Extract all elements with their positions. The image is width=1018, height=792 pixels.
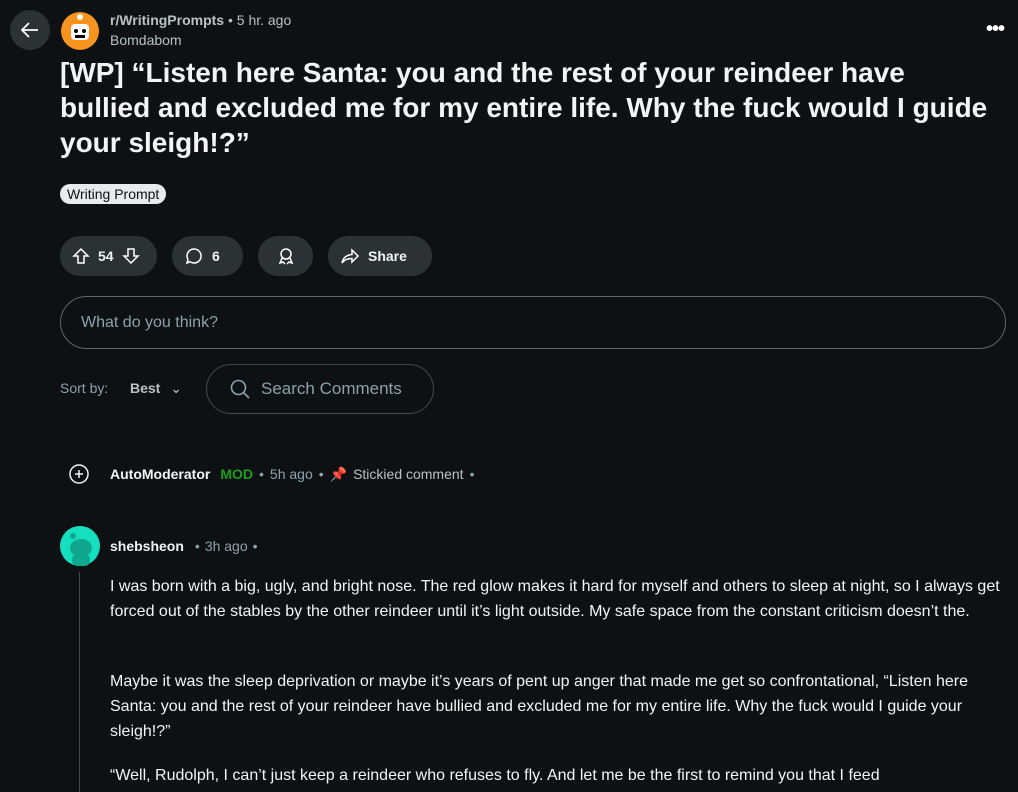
back-button[interactable] bbox=[10, 10, 50, 50]
pin-icon: 📌 bbox=[329, 465, 348, 482]
mod-badge: MOD bbox=[220, 466, 253, 482]
comment-time: 5h ago bbox=[269, 466, 313, 482]
comment-paragraph: “Well, Rudolph, I can’t just keep a rein… bbox=[110, 767, 880, 784]
more-options-icon[interactable]: ••• bbox=[986, 18, 1005, 41]
award-button[interactable] bbox=[258, 236, 313, 276]
subreddit-link[interactable]: r/WritingPrompts bbox=[110, 12, 224, 28]
vote-count: 54 bbox=[98, 248, 114, 264]
comment-paragraph: I was born with a big, ugly, and bright … bbox=[110, 578, 1000, 620]
award-icon bbox=[278, 248, 293, 265]
search-comments[interactable]: Search Comments bbox=[206, 364, 434, 414]
comment-author[interactable]: shebsheon bbox=[110, 538, 184, 554]
vote-bar: 54 bbox=[60, 236, 157, 276]
snoo-avatar-icon bbox=[70, 533, 92, 566]
expand-plus-icon[interactable] bbox=[68, 463, 90, 485]
comment-paragraph: Maybe it was the sleep deprivation or ma… bbox=[110, 673, 968, 740]
comments-button[interactable]: 6 bbox=[172, 236, 243, 276]
comment-input[interactable]: What do you think? bbox=[60, 296, 1006, 349]
sort-dropdown[interactable]: Best ⌄ bbox=[130, 380, 182, 397]
comment-time: 3h ago bbox=[204, 538, 248, 554]
comment-icon bbox=[185, 248, 202, 265]
comment-author[interactable]: AutoModerator bbox=[110, 466, 210, 482]
thread-line[interactable] bbox=[79, 572, 80, 792]
share-label: Share bbox=[368, 248, 407, 264]
post-author[interactable]: Bomdabom bbox=[110, 32, 182, 48]
subreddit-logo-icon bbox=[71, 14, 89, 40]
arrow-left-icon bbox=[20, 22, 38, 38]
post-flair[interactable]: Writing Prompt bbox=[60, 184, 167, 204]
sort-label: Sort by: bbox=[60, 380, 109, 396]
sort-value: Best bbox=[130, 380, 161, 396]
search-placeholder: Search Comments bbox=[261, 379, 402, 398]
share-icon bbox=[341, 248, 360, 264]
comment-automod: AutoModerator MOD • 5h ago • 📌 Stickied co… bbox=[68, 463, 474, 485]
post-meta: r/WritingPrompts • 5 hr. ago bbox=[110, 12, 292, 28]
search-icon bbox=[230, 379, 250, 399]
stickied-label: Stickied comment bbox=[353, 466, 464, 482]
comment-placeholder: What do you think? bbox=[81, 313, 218, 331]
subreddit-avatar[interactable] bbox=[61, 12, 99, 50]
post-time: 5 hr. ago bbox=[236, 12, 292, 28]
comment-count: 6 bbox=[212, 248, 220, 264]
post-title: [WP] “Listen here Santa: you and the res… bbox=[60, 57, 988, 158]
downvote-icon[interactable] bbox=[121, 247, 140, 265]
comment-meta: shebsheon • 3h ago • bbox=[110, 538, 258, 554]
chevron-down-icon: ⌄ bbox=[170, 380, 182, 396]
avatar[interactable] bbox=[60, 526, 100, 566]
share-button[interactable]: Share bbox=[328, 236, 432, 276]
upvote-icon[interactable] bbox=[72, 247, 90, 265]
